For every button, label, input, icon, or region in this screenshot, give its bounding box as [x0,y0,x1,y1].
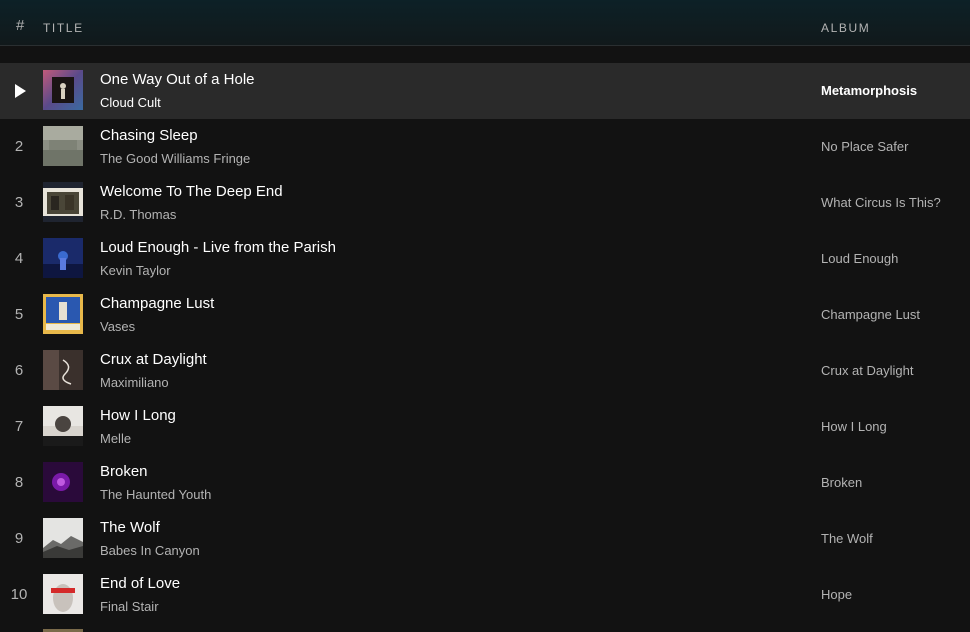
album-cover-image [43,182,83,222]
track-number: 9 [14,530,24,547]
track-number: 4 [14,250,24,267]
track-row[interactable]: 2 Chasing Sleep The Good Williams Fringe… [0,119,970,175]
track-number: 8 [14,474,24,491]
track-number: 10 [10,586,28,603]
track-artist[interactable]: Final Stair [100,599,159,614]
track-album[interactable]: No Place Safer [821,139,908,154]
album-cover-image [43,126,83,166]
track-row[interactable]: 8 Broken The Haunted Youth Broken [0,455,970,511]
track-artist[interactable]: The Good Williams Fringe [100,151,250,166]
track-title[interactable]: Champagne Lust [100,295,214,312]
track-list: One Way Out of a Hole Cloud Cult Metamor… [0,63,970,623]
track-album[interactable]: What Circus Is This? [821,195,941,210]
track-row[interactable]: 10 End of Love Final Stair Hope [0,567,970,623]
track-album[interactable]: Crux at Daylight [821,363,913,378]
track-title[interactable]: Broken [100,463,148,480]
track-number: 6 [14,362,24,379]
column-header-album[interactable]: ALBUM [821,21,870,35]
track-number: 3 [14,194,24,211]
tracklist-header: # TITLE ALBUM [0,0,970,46]
track-number: 2 [14,138,24,155]
track-album[interactable]: Metamorphosis [821,83,917,98]
track-title[interactable]: The Wolf [100,519,160,536]
track-row[interactable]: 3 Welcome To The Deep End R.D. Thomas Wh… [0,175,970,231]
album-cover-image [43,238,83,278]
track-title[interactable]: Chasing Sleep [100,127,198,144]
play-icon[interactable] [15,84,26,98]
track-title[interactable]: One Way Out of a Hole [100,71,255,88]
track-title[interactable]: Welcome To The Deep End [100,183,283,200]
album-cover-image [43,70,83,110]
track-album[interactable]: The Wolf [821,531,873,546]
track-row[interactable]: 7 How I Long Melle How I Long [0,399,970,455]
album-cover-image [43,350,83,390]
track-artist[interactable]: R.D. Thomas [100,207,176,222]
track-artist[interactable]: The Haunted Youth [100,487,211,502]
track-album[interactable]: How I Long [821,419,887,434]
album-cover-image [43,518,83,558]
track-title[interactable]: Crux at Daylight [100,351,207,368]
track-row[interactable]: 9 The Wolf Babes In Canyon The Wolf [0,511,970,567]
tracklist-page: # TITLE ALBUM One Way Out of a Hole Clou… [0,0,970,632]
track-row[interactable]: 5 Champagne Lust Vases Champagne Lust [0,287,970,343]
column-header-number[interactable]: # [16,17,24,34]
column-header-title[interactable]: TITLE [43,21,84,35]
track-row[interactable]: 4 Loud Enough - Live from the Parish Kev… [0,231,970,287]
track-artist[interactable]: Babes In Canyon [100,543,200,558]
track-title[interactable]: Loud Enough - Live from the Parish [100,239,336,256]
album-cover-image [43,406,83,446]
track-title[interactable]: End of Love [100,575,180,592]
track-artist[interactable]: Melle [100,431,131,446]
track-artist[interactable]: Vases [100,319,135,334]
album-cover-image [43,294,83,334]
album-cover-image [43,462,83,502]
track-title[interactable]: How I Long [100,407,176,424]
track-album[interactable]: Loud Enough [821,251,898,266]
track-album[interactable]: Champagne Lust [821,307,920,322]
album-cover-image [43,574,83,614]
track-row[interactable]: 6 Crux at Daylight Maximiliano Crux at D… [0,343,970,399]
track-artist[interactable]: Cloud Cult [100,95,161,110]
track-number: 7 [14,418,24,435]
track-album[interactable]: Hope [821,587,852,602]
track-number: 5 [14,306,24,323]
track-row[interactable]: One Way Out of a Hole Cloud Cult Metamor… [0,63,970,119]
track-artist[interactable]: Kevin Taylor [100,263,171,278]
track-artist[interactable]: Maximiliano [100,375,169,390]
track-album[interactable]: Broken [821,475,862,490]
